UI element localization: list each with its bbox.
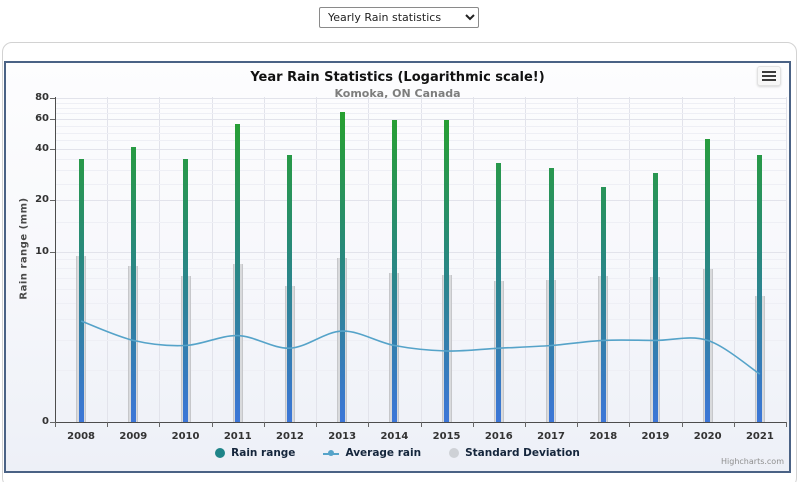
x-axis-tick (212, 422, 213, 427)
y-minor-gridline (55, 133, 786, 134)
x-axis-label: 2014 (368, 431, 420, 442)
bar-rain-range-2018[interactable] (601, 187, 606, 423)
y-minor-gridline (55, 340, 786, 341)
y-axis-tick (50, 149, 55, 150)
x-gridline (786, 97, 787, 422)
y-minor-gridline (55, 108, 786, 109)
bar-rain-range-2017[interactable] (549, 168, 554, 423)
legend-circle-icon (215, 448, 225, 458)
legend-circle-icon (449, 448, 459, 458)
y-minor-gridline (55, 126, 786, 127)
y-axis-title: Rain range (mm) (19, 169, 30, 329)
x-axis-label: 2012 (264, 431, 316, 442)
y-minor-gridline (55, 222, 786, 223)
chart-title: Year Rain Statistics (Logarithmic scale!… (6, 70, 789, 85)
y-minor-gridline (55, 170, 786, 171)
highcharts-container: Year Rain Statistics (Logarithmic scale!… (4, 61, 791, 473)
y-minor-gridline (55, 303, 786, 304)
y-minor-gridline (55, 278, 786, 279)
y-axis-label: 0 (15, 416, 49, 427)
bar-rain-range-2019[interactable] (653, 173, 658, 423)
legend-label: Average rain (345, 447, 421, 459)
y-axis-tick (50, 200, 55, 201)
y-axis-tick (50, 252, 55, 253)
legend-item-average-rain[interactable]: Average rain (323, 447, 421, 459)
y-axis-tick (50, 119, 55, 120)
bar-rain-range-2021[interactable] (757, 155, 762, 423)
x-axis-tick (734, 422, 735, 427)
y-minor-gridline (55, 259, 786, 260)
x-axis-tick (55, 422, 56, 427)
x-axis-tick (786, 422, 787, 427)
y-gridline (55, 149, 786, 150)
x-axis-tick (264, 422, 265, 427)
y-gridline (55, 98, 786, 99)
legend-label: Standard Deviation (465, 447, 580, 459)
y-gridline (55, 200, 786, 201)
chart-inner: Year Rain Statistics (Logarithmic scale!… (6, 63, 789, 471)
x-axis-label: 2018 (577, 431, 629, 442)
y-minor-gridline (55, 159, 786, 160)
x-axis-tick (473, 422, 474, 427)
bar-rain-range-2009[interactable] (131, 147, 136, 422)
x-axis-label: 2008 (55, 431, 107, 442)
x-axis-tick (316, 422, 317, 427)
y-axis-label: 80 (15, 92, 49, 103)
bar-rain-range-2016[interactable] (496, 163, 501, 422)
bar-rain-range-2013[interactable] (340, 112, 345, 422)
y-gridline (55, 119, 786, 120)
report-select[interactable]: Yearly Rain statistics (319, 7, 479, 28)
x-axis-label: 2011 (212, 431, 264, 442)
x-axis-tick (159, 422, 160, 427)
bar-rain-range-2015[interactable] (444, 120, 449, 422)
x-axis-label: 2009 (107, 431, 159, 442)
y-axis-label: 40 (15, 143, 49, 154)
bar-rain-range-2010[interactable] (183, 159, 188, 422)
y-minor-gridline (55, 184, 786, 185)
bar-rain-range-2008[interactable] (79, 159, 84, 422)
hamburger-menu-icon (762, 71, 776, 73)
x-axis-tick (682, 422, 683, 427)
y-minor-gridline (55, 103, 786, 104)
chart-card: Year Rain Statistics (Logarithmic scale!… (2, 42, 797, 482)
x-axis-tick (368, 422, 369, 427)
x-axis-label: 2017 (525, 431, 577, 442)
y-gridline (55, 252, 786, 253)
x-axis-tick (107, 422, 108, 427)
x-axis-label: 2013 (316, 431, 368, 442)
page: Yearly Rain statistics Year Rain Statist… (0, 0, 800, 482)
x-axis-label: 2015 (421, 431, 473, 442)
bar-rain-range-2020[interactable] (705, 139, 710, 423)
bar-rain-range-2014[interactable] (392, 120, 397, 422)
hamburger-menu-icon (762, 75, 776, 77)
x-axis-tick (577, 422, 578, 427)
legend: Rain range Average rain Standard Deviation (6, 447, 789, 459)
x-axis-label: 2010 (160, 431, 212, 442)
legend-label: Rain range (231, 447, 295, 459)
y-axis-line (55, 97, 56, 422)
y-minor-gridline (55, 113, 786, 114)
bar-rain-range-2012[interactable] (287, 155, 292, 423)
legend-item-standard-deviation[interactable]: Standard Deviation (449, 447, 580, 459)
y-minor-gridline (55, 370, 786, 371)
x-axis-tick (629, 422, 630, 427)
y-minor-gridline (55, 268, 786, 269)
chart-context-menu-button[interactable] (757, 66, 781, 86)
hamburger-menu-icon (762, 79, 776, 81)
x-axis-tick (421, 422, 422, 427)
y-minor-gridline (55, 289, 786, 290)
highcharts-credit[interactable]: Highcharts.com (721, 457, 784, 466)
y-axis-label: 60 (15, 113, 49, 124)
x-axis-label: 2021 (734, 431, 786, 442)
y-minor-gridline (55, 140, 786, 141)
y-axis-tick (50, 98, 55, 99)
x-axis-label: 2016 (473, 431, 525, 442)
legend-line-icon (323, 448, 339, 458)
legend-item-rain-range[interactable]: Rain range (215, 447, 295, 459)
x-axis-tick (525, 422, 526, 427)
y-minor-gridline (55, 319, 786, 320)
bar-rain-range-2011[interactable] (235, 124, 240, 422)
x-axis-label: 2019 (629, 431, 681, 442)
x-axis-label: 2020 (682, 431, 734, 442)
